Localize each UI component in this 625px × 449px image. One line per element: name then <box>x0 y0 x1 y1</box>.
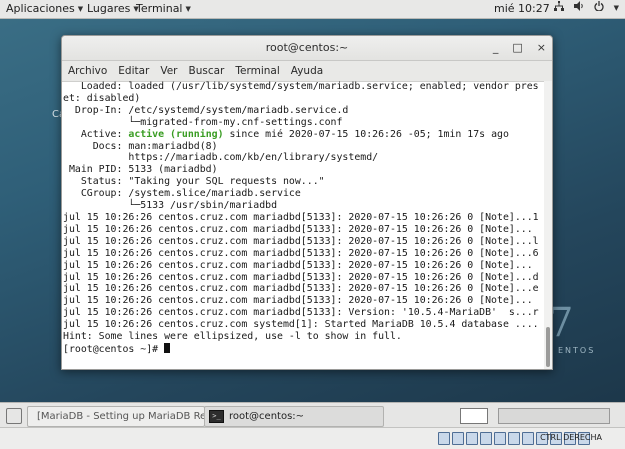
terminal-line: jul 15 10:26:26 centos.cruz.com mariadbd… <box>63 283 539 295</box>
virtualbox-statusbar: CTRL DERECHA <box>0 427 625 449</box>
show-desktop-button[interactable] <box>6 408 22 424</box>
terminal-line: Drop-In: /etc/systemd/system/mariadb.ser… <box>63 104 349 116</box>
shared-folders-icon[interactable] <box>508 432 520 445</box>
terminal-line: Main PID: 5133 (mariadbd) <box>63 164 218 176</box>
task-terminal-label: root@centos:~ <box>229 411 305 422</box>
applications-menu[interactable]: Aplicaciones ▼ <box>6 2 83 15</box>
places-label: Lugares <box>87 2 131 15</box>
menu-editar[interactable]: Editar <box>118 65 149 77</box>
optical-drive-icon[interactable] <box>452 432 464 445</box>
task-firefox[interactable]: [MariaDB - Setting up MariaDB Repo... <box>27 406 205 427</box>
display-icon[interactable] <box>522 432 534 445</box>
window-list-panel: [MariaDB - Setting up MariaDB Repo... >_… <box>0 402 625 428</box>
terminal-line: jul 15 10:26:26 centos.cruz.com mariadbd… <box>63 211 539 223</box>
terminal-line: Status: "Taking your SQL requests now...… <box>63 176 325 188</box>
clock[interactable]: mié 10:27 <box>494 2 550 15</box>
volume-icon <box>573 1 584 14</box>
terminal-window[interactable]: root@centos:~ _ □ × Archivo Editar Ver B… <box>61 35 553 370</box>
centos-wallpaper-text: ENTOS <box>558 346 596 355</box>
applications-label: Aplicaciones <box>6 2 75 15</box>
terminal-line: └─migrated-from-my.cnf-settings.conf <box>63 116 343 128</box>
active-label: Active: <box>63 128 129 140</box>
close-button[interactable]: × <box>537 36 546 60</box>
terminal-app-label: Terminal <box>136 2 183 15</box>
terminal-line-active: Active: active (running) since mié 2020-… <box>63 129 544 141</box>
chevron-down-icon: ▼ <box>185 4 191 13</box>
terminal-line: Docs: man:mariadbd(8) <box>63 140 218 152</box>
prompt: [root@centos ~]# <box>63 343 165 355</box>
terminal-line: jul 15 10:26:26 centos.cruz.com mariadbd… <box>63 295 533 307</box>
terminal-line: jul 15 10:26:26 centos.cruz.com mariadbd… <box>63 235 539 247</box>
terminal-line: jul 15 10:26:26 centos.cruz.com mariadbd… <box>63 307 539 319</box>
network-icon <box>553 1 564 14</box>
power-icon <box>594 1 604 14</box>
terminal-line: jul 15 10:26:26 centos.cruz.com mariadbd… <box>63 259 533 271</box>
terminal-line: jul 15 10:26:26 centos.cruz.com systemd[… <box>63 319 539 331</box>
active-since: since mié 2020-07-15 10:26:26 -05; 1min … <box>223 128 509 140</box>
menubar: Archivo Editar Ver Buscar Terminal Ayuda <box>62 61 552 82</box>
window-title: root@centos:~ <box>265 41 349 54</box>
usb-icon[interactable] <box>494 432 506 445</box>
terminal-line: jul 15 10:26:26 centos.cruz.com mariadbd… <box>63 223 533 235</box>
terminal-line: Hint: Some lines were ellipsized, use -l… <box>63 331 402 343</box>
scrollbar-thumb[interactable] <box>546 327 550 367</box>
window-titlebar[interactable]: root@centos:~ _ □ × <box>62 36 552 61</box>
terminal-prompt-line[interactable]: [root@centos ~]# <box>63 342 544 356</box>
minimize-button[interactable]: _ <box>493 36 499 60</box>
workspace-1[interactable] <box>460 408 488 424</box>
top-panel: Aplicaciones ▼ Lugares ▼ Terminal ▼ mié … <box>0 0 625 19</box>
places-menu[interactable]: Lugares ▼ <box>87 2 139 15</box>
terminal-output[interactable]: Loaded: loaded (/usr/lib/systemd/system/… <box>62 81 544 369</box>
menu-buscar[interactable]: Buscar <box>189 65 225 77</box>
chevron-down-icon: ▼ <box>77 4 84 13</box>
terminal-line: jul 15 10:26:26 centos.cruz.com mariadbd… <box>63 271 539 283</box>
workspace-2[interactable] <box>498 408 610 424</box>
terminal-line: jul 15 10:26:26 centos.cruz.com mariadbd… <box>63 247 539 259</box>
task-terminal[interactable]: >_ root@centos:~ <box>204 406 384 427</box>
scrollbar[interactable] <box>544 81 552 369</box>
system-tray[interactable]: ▼ <box>553 1 619 14</box>
menu-terminal[interactable]: Terminal <box>235 65 279 77</box>
hdd-icon[interactable] <box>438 432 450 445</box>
host-key-label: CTRL DERECHA <box>540 433 602 442</box>
task-firefox-label: [MariaDB - Setting up MariaDB Repo... <box>37 411 204 422</box>
menu-archivo[interactable]: Archivo <box>68 65 107 77</box>
menu-ver[interactable]: Ver <box>160 65 177 77</box>
terminal-line: └─5133 /usr/sbin/mariadbd <box>63 200 278 212</box>
audio-icon[interactable] <box>466 432 478 445</box>
terminal-icon: >_ <box>209 410 224 423</box>
terminal-app-menu[interactable]: Terminal ▼ <box>136 2 191 15</box>
terminal-line: Loaded: loaded (/usr/lib/systemd/system/… <box>63 81 539 92</box>
terminal-line: et: disabled) <box>63 92 141 104</box>
maximize-button[interactable]: □ <box>512 36 522 60</box>
chevron-down-icon: ▼ <box>613 3 619 12</box>
network-adapter-icon[interactable] <box>480 432 492 445</box>
menu-ayuda[interactable]: Ayuda <box>291 65 323 77</box>
active-status: active (running) <box>128 128 224 140</box>
terminal-line: https://mariadb.com/kb/en/library/system… <box>63 152 379 164</box>
text-cursor <box>164 342 171 353</box>
terminal-line: CGroup: /system.slice/mariadb.service <box>63 188 301 200</box>
